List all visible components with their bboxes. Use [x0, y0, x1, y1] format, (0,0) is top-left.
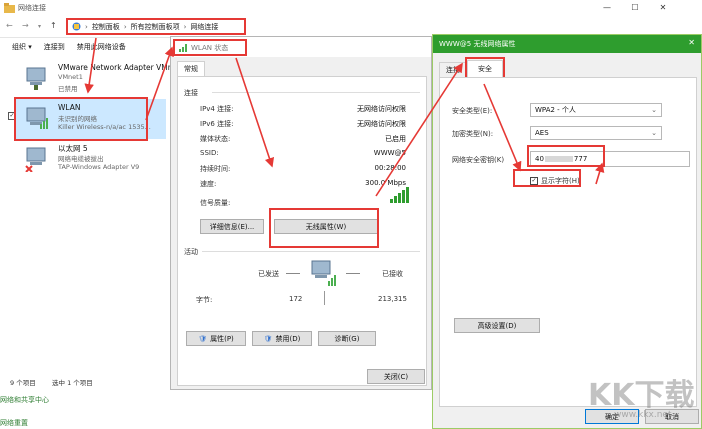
advanced-settings-button[interactable]: 高级设置(D) [454, 318, 540, 333]
ipv6-label: IPv6 连接: [200, 120, 234, 128]
adapter-device: TAP-Windows Adapter V9 [58, 163, 140, 171]
security-panel: 安全类型(E): WPA2 - 个人 ⌄ 加密类型(N): AES ⌄ 网络安全密钥… [439, 77, 697, 407]
status-bar: 9 个项目 选中 1 个项目 [0, 374, 170, 388]
divider [212, 92, 420, 93]
properties-button[interactable]: 🛡 属性(P) [186, 331, 246, 346]
maximize-button[interactable]: ☐ [624, 0, 646, 14]
network-adapter-icon [26, 67, 46, 90]
adapter-status: 网络电缆被拔出 [58, 155, 104, 163]
dialog-title: WWW@5 无线网络属性 [439, 40, 516, 48]
close-icon[interactable]: ✕ [688, 38, 695, 47]
network-sharing-center-link[interactable]: 网络和共享中心 [0, 395, 49, 405]
title-bar: 网络连接 — ☐ ✕ [0, 0, 702, 16]
activity-heading: 活动 [184, 248, 198, 256]
up-arrow-icon[interactable]: ↑ [50, 21, 57, 30]
speed-label: 速度: [200, 180, 217, 188]
adapter-vmware[interactable]: VMware Network Adapter VMnet1 VMnet1 已禁用 [20, 60, 185, 98]
adapter-name: VMware Network Adapter VMnet1 [58, 63, 185, 72]
signal-icon [179, 43, 187, 52]
ipv6-value: 无网络访问权限 [357, 120, 406, 128]
signal-bars-icon [390, 187, 409, 203]
shield-icon: 🛡 [263, 334, 273, 343]
minimize-button[interactable]: — [596, 0, 618, 14]
media-state-value: 已启用 [385, 135, 406, 143]
duration-label: 持续时间: [200, 165, 231, 173]
adapter-device: 已禁用 [58, 85, 78, 93]
received-label: 已接收 [382, 270, 403, 278]
chevron-down-icon: ⌄ [651, 106, 657, 114]
annotation-wireless-props-box [269, 208, 379, 248]
dialog-title-bar: WWW@5 无线网络属性 ✕ [433, 35, 701, 53]
site-watermark: KK下载 www.kkx.net [584, 366, 702, 426]
dialog-title: WLAN 状态 [173, 39, 247, 56]
connect-to-button[interactable]: 连接到 [44, 42, 65, 52]
ipv4-value: 无网络访问权限 [357, 105, 406, 113]
speed-value: 300.0 Mbps [365, 179, 406, 187]
details-button[interactable]: 详细信息(E)... [200, 219, 264, 234]
tab-connection[interactable]: 连接 [439, 62, 467, 77]
diagnose-button[interactable]: 诊断(G) [318, 331, 376, 346]
network-reset-link[interactable]: 网络重置 [0, 418, 28, 428]
encryption-type-label: 加密类型(N): [452, 130, 494, 138]
ssid-value: WWW@5 [373, 149, 406, 157]
sent-label: 已发送 [258, 270, 279, 278]
forward-arrow-icon[interactable]: → [22, 21, 29, 30]
adapter-ethernet-5[interactable]: 以太网 5 网络电缆被拔出 TAP-Windows Adapter V9 [20, 140, 170, 178]
divider [324, 291, 325, 305]
watermark-url: www.kkx.net [614, 410, 672, 420]
item-count: 9 个项目 [10, 379, 36, 387]
network-key-label: 网络安全密钥(K) [452, 156, 505, 164]
ipv4-label: IPv4 连接: [200, 105, 234, 113]
bytes-received: 213,315 [378, 295, 407, 303]
media-state-label: 媒体状态: [200, 135, 231, 143]
chevron-down-icon: ⌄ [651, 129, 657, 137]
selected-count: 选中 1 个项目 [52, 379, 93, 387]
duration-value: 00:28:00 [374, 164, 406, 172]
recent-dropdown-icon[interactable]: ▾ [38, 23, 41, 30]
organize-menu[interactable]: 组织 ▾ [12, 42, 32, 52]
back-arrow-icon[interactable]: ← [6, 21, 13, 30]
bytes-sent: 172 [289, 295, 303, 303]
sent-line [286, 273, 300, 274]
close-window-button[interactable]: ✕ [652, 0, 674, 14]
annotation-key-box [527, 145, 605, 167]
divider [202, 251, 420, 252]
ssid-label: SSID: [200, 149, 219, 157]
control-panel-icon [72, 22, 81, 31]
annotation-wlan-box [14, 97, 148, 141]
close-button[interactable]: 关闭(C) [367, 369, 425, 384]
disable-device-button[interactable]: 禁用此网络设备 [77, 42, 126, 52]
bytes-label: 字节: [196, 296, 213, 304]
wlan-status-dialog: WLAN 状态 常规 连接 IPv4 连接: 无网络访问权限 IPv6 连接: … [170, 36, 432, 390]
security-type-select[interactable]: WPA2 - 个人 ⌄ [530, 103, 662, 117]
received-line [346, 273, 360, 274]
network-activity-icon [311, 260, 336, 286]
security-type-label: 安全类型(E): [452, 107, 493, 115]
network-folder-icon [4, 3, 15, 13]
ethernet-adapter-icon [25, 147, 46, 172]
annotation-show-chars-box [513, 169, 581, 187]
breadcrumb[interactable]: › 控制面板 › 所有控制面板项 › 网络连接 [66, 18, 246, 35]
shield-icon: 🛡 [198, 334, 208, 343]
breadcrumb-network-connections[interactable]: 网络连接 [190, 22, 218, 32]
encryption-type-select[interactable]: AES ⌄ [530, 126, 662, 140]
breadcrumb-all-items[interactable]: 所有控制面板项 [131, 22, 180, 32]
adapter-status: VMnet1 [58, 73, 83, 81]
disable-button[interactable]: 🛡 禁用(D) [252, 331, 312, 346]
tab-general[interactable]: 常规 [177, 61, 205, 76]
signal-quality-label: 信号质量: [200, 199, 231, 207]
window-title: 网络连接 [18, 4, 46, 12]
watermark-logo: KK下载 [588, 378, 695, 413]
breadcrumb-control-panel[interactable]: 控制面板 [92, 22, 120, 32]
connection-heading: 连接 [184, 89, 198, 97]
